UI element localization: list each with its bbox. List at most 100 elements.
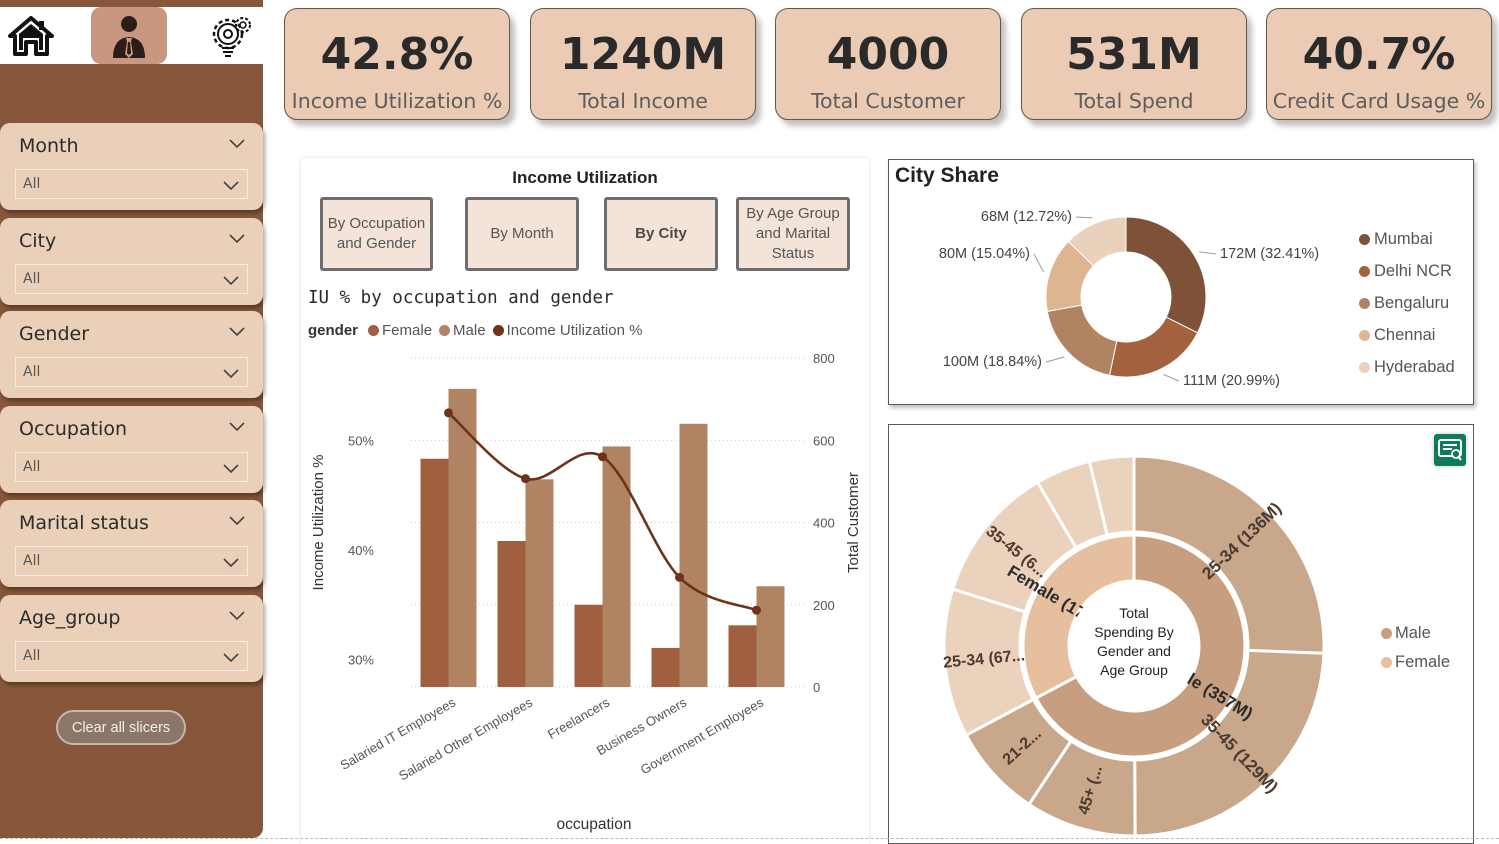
city-legend: Mumbai Delhi NCR Bengaluru Chennai Hyder… (1359, 224, 1455, 383)
slicer-title: City (19, 230, 57, 252)
legend-label: Mumbai (1374, 230, 1433, 249)
y-right-axis-title: Total Customer (845, 472, 862, 573)
slicer-dropdown[interactable]: All (15, 546, 248, 576)
chevron-down-icon[interactable] (229, 137, 245, 149)
x-axis-title: occupation (557, 816, 632, 833)
bar-female (728, 625, 757, 687)
tab-city[interactable]: By City (604, 197, 718, 271)
sunburst-center-label: Total (1119, 605, 1149, 621)
legend-dot (439, 325, 451, 336)
slicer-title: Marital status (19, 512, 149, 534)
settings-button[interactable] (204, 7, 260, 64)
y-right-tick-label: 800 (813, 351, 835, 366)
bar-female (497, 541, 526, 687)
kpi-credit-card-usage: 40.7% Credit Card Usage % (1266, 8, 1492, 120)
bar-male (448, 388, 477, 687)
legend-dot (1359, 297, 1370, 309)
income-utilization-panel: Income Utilization By Occupation and Gen… (301, 158, 869, 844)
bar-female (651, 647, 680, 687)
tab-age-group-marital-status[interactable]: By Age Group and Marital Status (736, 197, 850, 271)
slicer-occupation: Occupation All (0, 406, 263, 493)
line-point (598, 452, 607, 462)
gear-bulb-icon (212, 16, 251, 57)
donut-leader-line (1163, 373, 1180, 382)
donut-leader-line (1199, 251, 1217, 255)
chevron-down-icon (223, 653, 239, 663)
legend-label: Income Utilization % (506, 322, 643, 339)
slicer-dropdown[interactable]: All (15, 357, 248, 387)
legend-item-female[interactable]: Female (368, 322, 432, 339)
kpi-label: Total Spend (1074, 89, 1194, 113)
donut-label: 111M (20.99%) (1183, 373, 1280, 389)
kpi-label: Total Customer (811, 89, 965, 113)
chevron-down-icon[interactable] (229, 514, 245, 526)
spending-sunburst-panel: 25-34 (136M) 35-45 (129M) 45+ (... 21-2... 2… (888, 424, 1474, 844)
bar-female (420, 458, 449, 687)
sunburst-center-label: Spending By (1094, 624, 1173, 640)
chevron-down-icon[interactable] (229, 325, 245, 337)
panel-title: Income Utilization (512, 168, 658, 187)
donut-slice (1125, 216, 1207, 334)
kpi-income-utilization: 42.8% Income Utilization % (284, 8, 510, 120)
legend-item-income-utilization[interactable]: Income Utilization % (492, 322, 643, 339)
city-share-panel: City Share 172M (32.41%) 111M (20.99%) 100… (888, 159, 1474, 405)
y-right-tick-label: 200 (813, 598, 835, 613)
sidebar: Month All City All Gender All Occupation… (0, 0, 263, 838)
legend-item-hyderabad[interactable]: Hyderabad (1359, 351, 1455, 383)
chevron-down-icon[interactable] (229, 232, 245, 244)
kpi-label: Income Utilization % (291, 89, 503, 113)
slicer-value: All (23, 648, 41, 664)
legend-dot (1381, 628, 1392, 639)
slicer-dropdown[interactable]: All (15, 264, 248, 294)
legend-item-bengaluru[interactable]: Bengaluru (1359, 288, 1455, 320)
clear-all-slicers-button[interactable]: Clear all slicers (56, 710, 186, 745)
slicer-value: All (23, 271, 41, 287)
kpi-value: 1240M (559, 29, 727, 80)
kpi-label: Total Income (578, 89, 708, 113)
kpi-value: 42.8% (320, 29, 474, 80)
chevron-down-icon[interactable] (229, 609, 245, 621)
sunburst-center-label: Gender and (1097, 643, 1171, 659)
line-point (675, 572, 684, 582)
tab-occupation-gender[interactable]: By Occupation and Gender (320, 197, 433, 271)
visual-info-icon[interactable] (1434, 434, 1466, 466)
bar-male (756, 586, 785, 687)
legend-item-male[interactable]: Male (1381, 619, 1450, 648)
x-tick-label: Salaried Other Employees (396, 694, 535, 783)
legend-item-female[interactable]: Female (1381, 648, 1450, 677)
legend-label: Male (453, 322, 486, 339)
slicer-city: City All (0, 218, 263, 305)
legend-label: Female (1395, 653, 1451, 671)
user-icon (113, 15, 145, 58)
legend-label: Delhi NCR (1374, 262, 1452, 281)
slicer-gender: Gender All (0, 311, 263, 398)
slicer-value: All (23, 176, 41, 192)
user-button[interactable] (91, 7, 167, 64)
donut-label: 100M (18.84%) (943, 354, 1042, 370)
donut-leader-line (1033, 253, 1045, 273)
legend-item-chennai[interactable]: Chennai (1359, 319, 1455, 351)
slicer-dropdown[interactable]: All (15, 641, 248, 671)
bar-female (574, 604, 603, 687)
line-point (521, 474, 530, 484)
y-left-tick-label: 40% (348, 543, 374, 558)
legend-item-delhi-ncr[interactable]: Delhi NCR (1359, 256, 1455, 288)
slicer-title: Gender (19, 323, 90, 345)
slicer-dropdown[interactable]: All (15, 169, 248, 199)
legend-item-mumbai[interactable]: Mumbai (1359, 224, 1455, 256)
donut-leader-line (1075, 216, 1093, 219)
slicer-value: All (23, 459, 41, 475)
chart-subtitle: IU % by occupation and gender (308, 288, 614, 308)
legend-dot (1359, 329, 1370, 341)
kpi-value: 4000 (826, 29, 950, 80)
home-icon (8, 15, 54, 56)
chevron-down-icon[interactable] (229, 420, 245, 432)
tab-month[interactable]: By Month (465, 197, 579, 271)
legend-dot (368, 325, 380, 336)
home-button[interactable] (4, 7, 58, 64)
slicer-dropdown[interactable]: All (15, 452, 248, 482)
donut-leader-line (1045, 356, 1065, 363)
legend-title: gender (308, 322, 359, 339)
sunburst-legend: Male Female (1381, 619, 1450, 677)
legend-item-male[interactable]: Male (439, 322, 486, 339)
